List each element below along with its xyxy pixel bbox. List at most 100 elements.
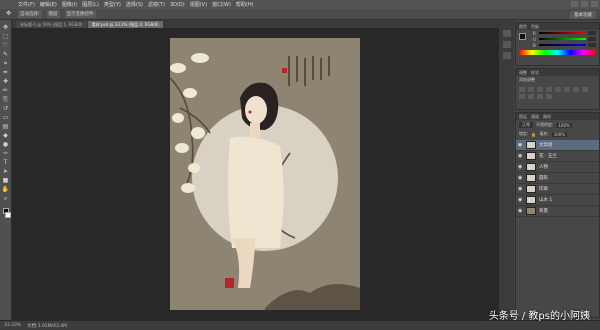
blur-icon[interactable]: ◆ bbox=[1, 132, 10, 140]
document-canvas[interactable] bbox=[170, 38, 360, 310]
bw-icon[interactable] bbox=[582, 87, 588, 92]
workspace-selector[interactable]: 基本功能 bbox=[570, 11, 596, 19]
visibility-eye-icon[interactable]: ◉ bbox=[518, 142, 523, 148]
character-panel-icon[interactable] bbox=[503, 52, 511, 59]
visibility-eye-icon[interactable]: ◉ bbox=[518, 186, 523, 192]
lookup-icon[interactable] bbox=[537, 94, 543, 99]
levels-icon[interactable] bbox=[528, 87, 534, 92]
visibility-eye-icon[interactable]: ◉ bbox=[518, 197, 523, 203]
background-color-swatch[interactable] bbox=[4, 212, 11, 218]
maximize-icon[interactable] bbox=[581, 1, 588, 7]
options-bar: ✥ 自动选择: 图层 显示变换控件 bbox=[0, 9, 600, 20]
vibrance-icon[interactable] bbox=[555, 87, 561, 92]
photo-filter-icon[interactable] bbox=[519, 94, 525, 99]
document-tab[interactable]: 未标题-1 @ 50% (图层 1, RGB/8) bbox=[16, 21, 87, 28]
hue-sat-icon[interactable] bbox=[564, 87, 570, 92]
menu-view[interactable]: 视图(V) bbox=[190, 1, 207, 8]
opacity-label: 不透明度: bbox=[536, 122, 554, 127]
menu-layer[interactable]: 图层(L) bbox=[82, 1, 99, 8]
eraser-icon[interactable]: ▭ bbox=[1, 114, 10, 122]
tools-panel: ✥ ⬚ ➰ ✎ ⌗ ✒ ✚ ✏ ⎘ ↺ ▭ ▤ ◆ ● ✑ T ➤ ■ ✋ ⌕ bbox=[0, 20, 12, 320]
marquee-icon[interactable]: ⬚ bbox=[1, 33, 10, 41]
visibility-eye-icon[interactable]: ◉ bbox=[518, 208, 523, 214]
menu-select[interactable]: 选择(S) bbox=[126, 1, 143, 8]
opacity-input[interactable]: 100% bbox=[556, 122, 572, 128]
move-tool-icon[interactable]: ✥ bbox=[4, 10, 13, 18]
hand-icon[interactable]: ✋ bbox=[1, 186, 10, 194]
menu-file[interactable]: 文件(F) bbox=[18, 1, 35, 8]
zoom-level[interactable]: 33.33% bbox=[4, 323, 21, 328]
layer-row[interactable]: ◉ 圆形 bbox=[516, 173, 599, 184]
crop-icon[interactable]: ⌗ bbox=[1, 60, 10, 68]
fg-color-chip[interactable] bbox=[519, 33, 526, 40]
show-transform-controls[interactable]: 显示变换控件 bbox=[64, 10, 96, 18]
layer-name: 背景 bbox=[539, 209, 548, 214]
color-spectrum[interactable] bbox=[519, 50, 596, 55]
move-icon[interactable]: ✥ bbox=[1, 24, 10, 32]
auto-select-target[interactable]: 图层 bbox=[46, 10, 60, 18]
adjustment-icons bbox=[516, 84, 599, 102]
tab-styles[interactable]: 样式 bbox=[531, 69, 539, 76]
history-panel-icon[interactable] bbox=[503, 30, 511, 37]
layer-row[interactable]: ◉ 文案组 bbox=[516, 140, 599, 151]
tab-paths[interactable]: 路径 bbox=[543, 113, 551, 120]
adjustments-panel: 调整 样式 添加调整 bbox=[515, 68, 600, 110]
path-select-icon[interactable]: ➤ bbox=[1, 168, 10, 176]
tab-layers[interactable]: 图层 bbox=[519, 113, 527, 120]
document-tab-active[interactable]: 素材.psd @ 33.3% (图层 0, RGB/8) bbox=[87, 21, 163, 28]
shape-icon[interactable]: ■ bbox=[1, 177, 10, 185]
visibility-eye-icon[interactable]: ◉ bbox=[518, 164, 523, 170]
artwork-image bbox=[170, 38, 360, 310]
quick-select-icon[interactable]: ✎ bbox=[1, 51, 10, 59]
menu-type[interactable]: 类型(Y) bbox=[104, 1, 121, 8]
layer-thumbnail bbox=[526, 207, 536, 215]
layer-row[interactable]: ◉ 印章 bbox=[516, 184, 599, 195]
lasso-icon[interactable]: ➰ bbox=[1, 42, 10, 50]
gradient-icon[interactable]: ▤ bbox=[1, 123, 10, 131]
brightness-icon[interactable] bbox=[519, 87, 525, 92]
brush-icon[interactable]: ✏ bbox=[1, 87, 10, 95]
tab-channels[interactable]: 通道 bbox=[531, 113, 539, 120]
menu-window[interactable]: 窗口(W) bbox=[212, 1, 231, 8]
blue-slider[interactable]: B bbox=[530, 42, 599, 48]
layer-row[interactable]: ◉ 人物 bbox=[516, 162, 599, 173]
auto-select-checkbox[interactable]: 自动选择: bbox=[18, 10, 42, 18]
pen-icon[interactable]: ✑ bbox=[1, 150, 10, 158]
eyedropper-icon[interactable]: ✒ bbox=[1, 69, 10, 77]
menu-image[interactable]: 图像(I) bbox=[62, 1, 77, 8]
blend-mode-select[interactable]: 正常 bbox=[519, 122, 533, 128]
menu-edit[interactable]: 编辑(E) bbox=[40, 1, 57, 8]
layer-list: ◉ 文案组 ◉ 花 · 玉兰 ◉ 人物 ◉ 圆形 ◉ 印章 ◉ 山水 1 ◉ 背景 bbox=[516, 140, 599, 217]
channel-mixer-icon[interactable] bbox=[528, 94, 534, 99]
exposure-icon[interactable] bbox=[546, 87, 552, 92]
history-brush-icon[interactable]: ↺ bbox=[1, 105, 10, 113]
close-icon[interactable] bbox=[591, 1, 598, 7]
lock-icon[interactable]: 🔒 bbox=[531, 132, 536, 137]
layer-row[interactable]: ◉ 背景 bbox=[516, 206, 599, 217]
menu-3d[interactable]: 3D(D) bbox=[170, 2, 185, 8]
layer-row[interactable]: ◉ 花 · 玉兰 bbox=[516, 151, 599, 162]
type-icon[interactable]: T bbox=[1, 159, 10, 167]
invert-icon[interactable] bbox=[546, 94, 552, 99]
zoom-icon[interactable]: ⌕ bbox=[1, 195, 10, 203]
menu-help[interactable]: 帮助(H) bbox=[236, 1, 254, 8]
clone-icon[interactable]: ⎘ bbox=[1, 96, 10, 104]
heal-icon[interactable]: ✚ bbox=[1, 78, 10, 86]
document-tab-bar: 未标题-1 @ 50% (图层 1, RGB/8) 素材.psd @ 33.3%… bbox=[12, 20, 499, 28]
color-balance-icon[interactable] bbox=[573, 87, 579, 92]
tab-adjustments[interactable]: 调整 bbox=[519, 69, 527, 76]
tab-swatches[interactable]: 色板 bbox=[531, 23, 539, 30]
visibility-eye-icon[interactable]: ◉ bbox=[518, 153, 523, 159]
dodge-icon[interactable]: ● bbox=[1, 141, 10, 149]
fill-input[interactable]: 100% bbox=[551, 131, 568, 137]
visibility-eye-icon[interactable]: ◉ bbox=[518, 175, 523, 181]
tab-color[interactable]: 颜色 bbox=[519, 23, 527, 30]
layers-panel: 图层 通道 路径 正常 不透明度: 100% 锁定: 🔒 填充: 100% ◉ 文… bbox=[515, 112, 600, 318]
window-controls bbox=[571, 1, 598, 7]
layer-row[interactable]: ◉ 山水 1 bbox=[516, 195, 599, 206]
properties-panel-icon[interactable] bbox=[503, 41, 511, 48]
menu-filter[interactable]: 滤镜(T) bbox=[148, 1, 165, 8]
lock-label: 锁定: bbox=[519, 131, 529, 136]
curves-icon[interactable] bbox=[537, 87, 543, 92]
minimize-icon[interactable] bbox=[571, 1, 578, 7]
